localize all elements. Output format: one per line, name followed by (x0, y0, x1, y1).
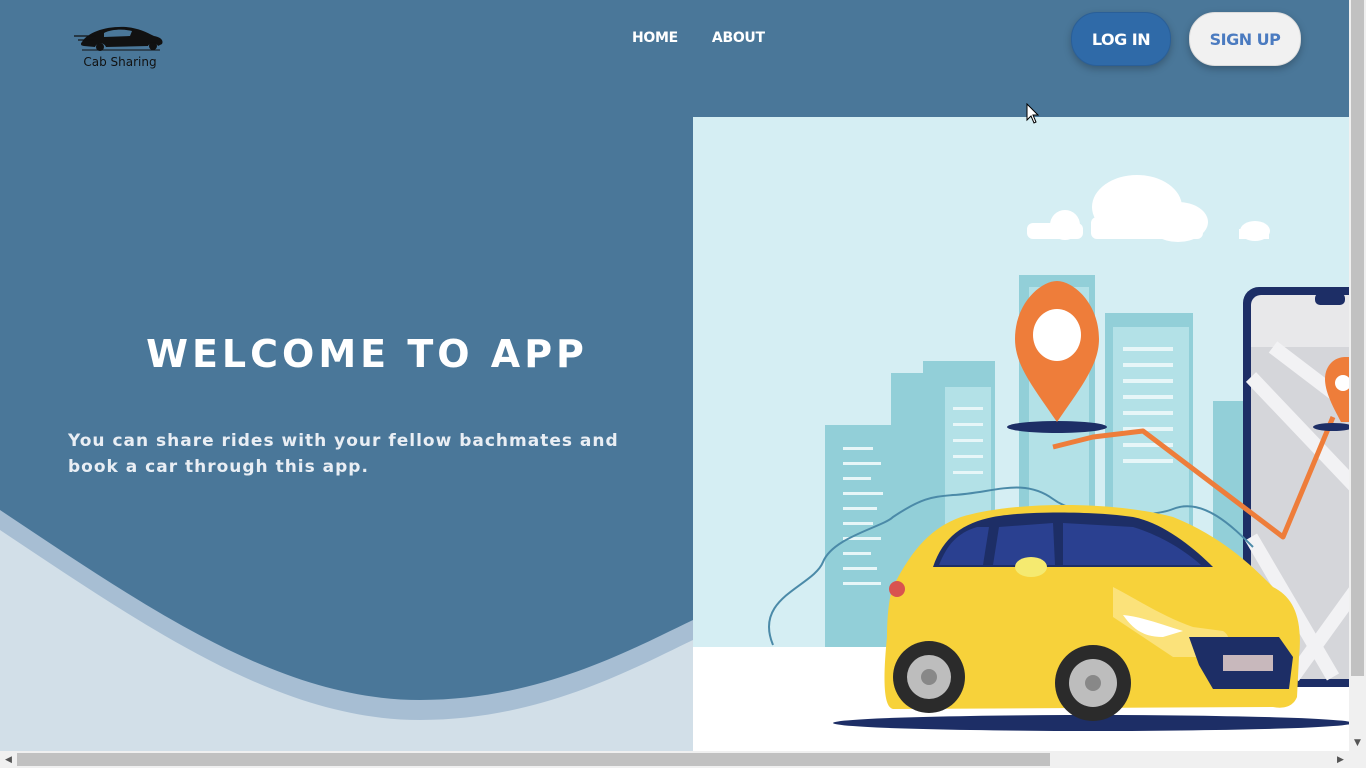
scroll-left-arrow-icon[interactable]: ◀ (0, 751, 17, 768)
login-button[interactable]: LOG IN (1071, 12, 1171, 66)
hero-title: WELCOME TO APP (146, 332, 588, 376)
wheel-icon (1055, 645, 1131, 721)
scroll-right-arrow-icon[interactable]: ▶ (1332, 751, 1349, 768)
signup-button[interactable]: SIGN UP (1189, 12, 1301, 66)
nav-home-link[interactable]: HOME (632, 30, 678, 46)
vertical-scrollbar[interactable]: ▼ (1349, 0, 1366, 751)
mouse-pointer-icon (1026, 103, 1040, 124)
hero-subtitle: You can share rides with your fellow bac… (68, 431, 619, 477)
brand-logo[interactable]: Cab Sharing (74, 22, 166, 74)
vertical-scrollbar-thumb[interactable] (1351, 0, 1364, 676)
horizontal-scrollbar-thumb[interactable] (17, 753, 1050, 766)
cloud-icon (1027, 175, 1270, 242)
hero-illustration (693, 117, 1349, 752)
horizontal-scrollbar[interactable]: ◀ ▶ (0, 751, 1366, 768)
taxi-city-illustration (693, 175, 1349, 752)
scroll-down-arrow-icon[interactable]: ▼ (1349, 734, 1366, 751)
wheel-icon (893, 641, 965, 713)
brand-name: Cab Sharing (83, 55, 157, 69)
landing-page: Cab Sharing HOME ABOUT LOG IN SIGN UP WE… (0, 0, 1366, 768)
main-nav: HOME ABOUT (632, 30, 765, 46)
nav-about-link[interactable]: ABOUT (712, 30, 765, 46)
car-logo-icon (74, 26, 163, 51)
